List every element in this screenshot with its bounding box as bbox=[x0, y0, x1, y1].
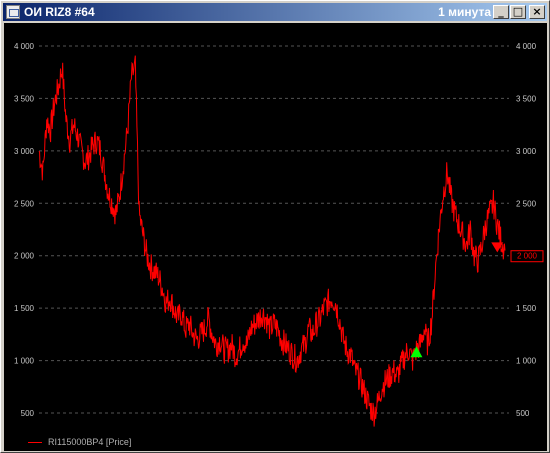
last-value-tag: 2 000 bbox=[510, 250, 544, 263]
trade-markers bbox=[410, 242, 504, 358]
timeframe-label: 1 минута bbox=[438, 5, 491, 19]
price-line bbox=[38, 55, 506, 427]
left-price-axis: 500 1 000 1 500 2 000 2 500 3 000 3 500 4 000 bbox=[14, 42, 35, 418]
right-tick-label: 1 500 bbox=[516, 304, 537, 313]
right-tick-label: 4 000 bbox=[516, 42, 537, 51]
left-tick-label: 3 000 bbox=[14, 147, 35, 156]
right-tick-label: 500 bbox=[516, 409, 530, 418]
price-series bbox=[38, 55, 506, 427]
legend-label: RI115000BP4 [Price] bbox=[48, 437, 132, 447]
maximize-button[interactable]: □ bbox=[510, 5, 526, 19]
legend-swatch bbox=[28, 441, 42, 443]
left-tick-label: 1 000 bbox=[14, 357, 35, 366]
close-icon: × bbox=[532, 5, 542, 18]
price-chart: 500 1 000 1 500 2 000 2 500 3 000 3 500 4 000 5… bbox=[14, 42, 544, 427]
window-title: ОИ RIZ8 #64 bbox=[24, 5, 95, 19]
right-price-axis: 500 1 000 1 500 2 000 2 500 3 000 3 500 4 000 bbox=[516, 42, 537, 418]
minimize-button[interactable]: _ bbox=[493, 5, 509, 19]
last-value-label: 2 000 bbox=[517, 252, 538, 261]
right-tick-label: 3 500 bbox=[516, 94, 537, 103]
right-tick-label: 2 500 bbox=[516, 199, 537, 208]
maximize-icon: □ bbox=[512, 5, 524, 18]
minimize-icon: _ bbox=[498, 5, 504, 18]
right-tick-label: 3 000 bbox=[516, 147, 537, 156]
chart-area[interactable]: 500 1 000 1 500 2 000 2 500 3 000 3 500 4 000 5… bbox=[4, 23, 547, 451]
chart-legend: RI115000BP4 [Price] bbox=[28, 437, 131, 447]
chart-window: ОИ RIZ8 #64 1 минута _ □ × 500 1 000 1 500… bbox=[0, 0, 550, 453]
buy-marker bbox=[410, 346, 423, 358]
chart-window-icon[interactable] bbox=[6, 5, 20, 19]
left-tick-label: 3 500 bbox=[14, 94, 35, 103]
right-tick-label: 1 000 bbox=[516, 357, 537, 366]
left-tick-label: 2 500 bbox=[14, 199, 35, 208]
title-bar[interactable]: ОИ RIZ8 #64 1 минута _ □ × bbox=[3, 3, 547, 21]
left-tick-label: 2 000 bbox=[14, 252, 35, 261]
close-button[interactable]: × bbox=[529, 5, 545, 19]
left-tick-label: 4 000 bbox=[14, 42, 35, 51]
left-tick-label: 1 500 bbox=[14, 304, 35, 313]
left-tick-label: 500 bbox=[21, 409, 35, 418]
